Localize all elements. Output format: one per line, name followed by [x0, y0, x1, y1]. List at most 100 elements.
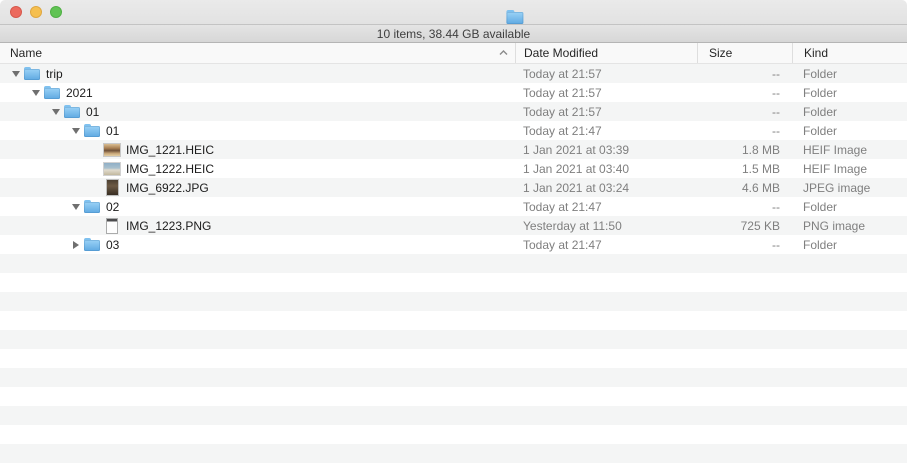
folder-icon [24, 66, 40, 81]
size-cell [697, 387, 792, 406]
kind-cell [792, 463, 907, 470]
date-modified-cell [515, 311, 697, 330]
file-name: IMG_6922.JPG [126, 181, 209, 195]
zoom-button[interactable] [50, 6, 62, 18]
folder-icon [44, 85, 60, 100]
title-bar[interactable] [0, 0, 907, 25]
kind-cell [792, 425, 907, 444]
table-row[interactable]: IMG_1223.PNG Yesterday at 11:50 725 KB P… [0, 216, 907, 235]
name-cell: IMG_1223.PNG [0, 216, 515, 235]
size-cell [697, 349, 792, 368]
kind-cell [792, 330, 907, 349]
name-cell [0, 463, 515, 470]
name-cell [0, 311, 515, 330]
name-cell: 01 [0, 121, 515, 140]
date-modified-cell: 1 Jan 2021 at 03:24 [515, 178, 697, 197]
size-cell [697, 406, 792, 425]
kind-cell: Folder [792, 102, 907, 121]
empty-row [0, 273, 907, 292]
file-name: 03 [106, 238, 119, 252]
kind-cell [792, 406, 907, 425]
table-row[interactable]: 01 Today at 21:57 -- Folder [0, 102, 907, 121]
size-cell [697, 330, 792, 349]
size-cell: 1.5 MB [697, 159, 792, 178]
disclosure-triangle[interactable] [8, 64, 24, 83]
column-header-size-label: Size [709, 46, 732, 60]
table-row[interactable]: IMG_6922.JPG 1 Jan 2021 at 03:24 4.6 MB … [0, 178, 907, 197]
file-name: IMG_1223.PNG [126, 219, 211, 233]
empty-row [0, 368, 907, 387]
empty-row [0, 425, 907, 444]
column-header-kind[interactable]: Kind [792, 43, 907, 63]
disclosure-triangle [88, 159, 104, 178]
column-header-name-label: Name [10, 46, 42, 60]
size-cell: -- [697, 235, 792, 254]
image-thumbnail-1223-icon [104, 218, 120, 233]
kind-cell [792, 311, 907, 330]
name-cell: 02 [0, 197, 515, 216]
image-thumbnail-1221-icon [104, 142, 120, 157]
kind-cell: PNG image [792, 216, 907, 235]
disclosure-triangle[interactable] [68, 235, 84, 254]
size-cell: 725 KB [697, 216, 792, 235]
date-modified-cell [515, 292, 697, 311]
column-header-size[interactable]: Size [697, 43, 792, 63]
kind-cell [792, 349, 907, 368]
name-cell: IMG_1221.HEIC [0, 140, 515, 159]
disclosure-triangle[interactable] [68, 121, 84, 140]
disclosure-triangle [88, 178, 104, 197]
folder-icon [84, 237, 100, 252]
traffic-lights [10, 6, 62, 18]
disclosure-triangle[interactable] [68, 197, 84, 216]
table-row[interactable]: IMG_1222.HEIC 1 Jan 2021 at 03:40 1.5 MB… [0, 159, 907, 178]
kind-cell: Folder [792, 197, 907, 216]
empty-row [0, 292, 907, 311]
size-cell [697, 444, 792, 463]
name-cell [0, 368, 515, 387]
disclosure-triangle[interactable] [28, 83, 44, 102]
date-modified-cell: Today at 21:47 [515, 197, 697, 216]
date-modified-cell [515, 406, 697, 425]
date-modified-cell: Today at 21:47 [515, 235, 697, 254]
kind-cell: Folder [792, 64, 907, 83]
kind-cell: HEIF Image [792, 140, 907, 159]
name-cell [0, 254, 515, 273]
kind-cell [792, 292, 907, 311]
size-cell: 4.6 MB [697, 178, 792, 197]
size-cell: -- [697, 197, 792, 216]
empty-row [0, 254, 907, 273]
kind-cell: JPEG image [792, 178, 907, 197]
name-cell: 01 [0, 102, 515, 121]
date-modified-cell: 1 Jan 2021 at 03:39 [515, 140, 697, 159]
table-row[interactable]: 03 Today at 21:47 -- Folder [0, 235, 907, 254]
kind-cell [792, 387, 907, 406]
size-cell: -- [697, 121, 792, 140]
empty-row [0, 444, 907, 463]
disclosure-triangle[interactable] [48, 102, 64, 121]
name-cell [0, 273, 515, 292]
image-thumbnail-1222-icon [104, 161, 120, 176]
date-modified-cell: Today at 21:47 [515, 121, 697, 140]
folder-proxy-icon[interactable] [506, 9, 522, 24]
kind-cell [792, 368, 907, 387]
disclosure-triangle [88, 140, 104, 159]
file-list: trip Today at 21:57 -- Folder 2021 Today… [0, 64, 907, 470]
table-row[interactable]: 01 Today at 21:47 -- Folder [0, 121, 907, 140]
close-button[interactable] [10, 6, 22, 18]
table-row[interactable]: trip Today at 21:57 -- Folder [0, 64, 907, 83]
date-modified-cell: 1 Jan 2021 at 03:40 [515, 159, 697, 178]
table-row[interactable]: 2021 Today at 21:57 -- Folder [0, 83, 907, 102]
minimize-button[interactable] [30, 6, 42, 18]
name-cell: trip [0, 64, 515, 83]
file-name: IMG_1221.HEIC [126, 143, 214, 157]
kind-cell [792, 444, 907, 463]
name-cell [0, 387, 515, 406]
column-header-date-modified[interactable]: Date Modified [515, 43, 697, 63]
column-header-name[interactable]: Name [0, 43, 515, 63]
table-row[interactable]: 02 Today at 21:47 -- Folder [0, 197, 907, 216]
kind-cell: Folder [792, 235, 907, 254]
kind-cell: HEIF Image [792, 159, 907, 178]
image-thumbnail-6922-icon [104, 180, 120, 195]
empty-row [0, 387, 907, 406]
table-row[interactable]: IMG_1221.HEIC 1 Jan 2021 at 03:39 1.8 MB… [0, 140, 907, 159]
